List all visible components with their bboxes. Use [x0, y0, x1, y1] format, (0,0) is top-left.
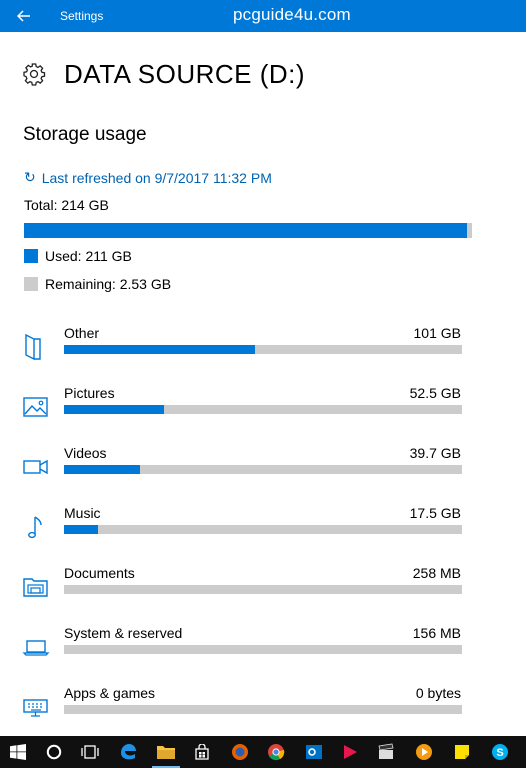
- firefox-icon: [232, 744, 248, 760]
- category-size: 0 bytes: [415, 685, 461, 701]
- edge-icon: [121, 744, 136, 760]
- store-button[interactable]: [184, 736, 220, 768]
- category-bar-fill: [64, 345, 256, 354]
- remaining-swatch: [24, 277, 38, 291]
- other-icon: [25, 333, 41, 361]
- cortana-circle-icon: [46, 744, 62, 760]
- app-title: Settings: [60, 9, 104, 23]
- category-videos[interactable]: Videos 39.7 GB: [0, 445, 526, 489]
- category-bar-fill: [64, 405, 164, 414]
- category-name: System & reserved: [64, 625, 183, 641]
- legend-remaining: Remaining: 2.53 GB: [24, 276, 171, 292]
- media-player-icon: [416, 744, 432, 760]
- chrome-button[interactable]: [258, 736, 294, 768]
- category-apps-games[interactable]: Apps & games 0 bytes: [0, 685, 526, 729]
- task-view-icon: [81, 745, 99, 759]
- category-name: Apps & games: [64, 685, 156, 701]
- outlook-button[interactable]: [296, 736, 332, 768]
- category-name: Pictures: [64, 385, 115, 401]
- taskbar: S: [0, 736, 526, 768]
- music-icon: [28, 516, 42, 539]
- legend-used: Used: 211 GB: [24, 248, 132, 264]
- category-size: 52.5 GB: [409, 385, 461, 401]
- pictures-icon: [23, 397, 48, 417]
- category-name: Videos: [64, 445, 107, 461]
- category-bar: [64, 585, 462, 594]
- media-player-button[interactable]: [406, 736, 442, 768]
- page-header: DATA SOURCE (D:): [22, 58, 305, 90]
- videos-icon: [23, 459, 48, 475]
- watermark-text: pcguide4u.com: [233, 5, 351, 24]
- category-other[interactable]: Other 101 GB: [0, 325, 526, 369]
- store-bag-icon: [195, 744, 209, 760]
- category-bar: [64, 525, 462, 534]
- category-documents[interactable]: Documents 258 MB: [0, 565, 526, 609]
- page-title: DATA SOURCE (D:): [64, 58, 306, 89]
- gear-icon: [23, 63, 46, 86]
- total-label: Total: 214 GB: [24, 197, 109, 213]
- refresh-text: Last refreshed on 9/7/2017 11:32 PM: [41, 169, 272, 186]
- task-view-button[interactable]: [72, 736, 108, 768]
- media-button[interactable]: [332, 736, 368, 768]
- category-name: Other: [64, 325, 100, 341]
- category-size: 258 MB: [412, 565, 461, 581]
- refresh-icon: ↻: [24, 169, 36, 185]
- sticky-notes-button[interactable]: [444, 736, 480, 768]
- chrome-icon: [268, 744, 285, 761]
- category-system-reserved[interactable]: System & reserved 156 MB: [0, 625, 526, 669]
- remaining-label: Remaining: 2.53 GB: [45, 276, 172, 292]
- apps-icon: [23, 699, 48, 717]
- category-bar-fill: [64, 465, 140, 474]
- category-bar: [64, 345, 462, 354]
- documents-icon: [23, 578, 48, 597]
- windows-logo-icon: [10, 744, 26, 760]
- start-button[interactable]: [0, 736, 36, 768]
- edge-button[interactable]: [110, 736, 146, 768]
- storage-usage-heading: Storage usage: [23, 124, 147, 145]
- category-size: 17.5 GB: [409, 505, 461, 521]
- sticky-note-icon: [455, 745, 469, 759]
- search-button[interactable]: [36, 736, 72, 768]
- file-explorer-button[interactable]: [148, 736, 184, 768]
- category-bar: [64, 465, 462, 474]
- category-pictures[interactable]: Pictures 52.5 GB: [0, 385, 526, 429]
- folder-icon: [157, 746, 175, 759]
- back-button[interactable]: [0, 0, 48, 32]
- skype-button[interactable]: S: [482, 736, 518, 768]
- category-size: 156 MB: [412, 625, 461, 641]
- firefox-button[interactable]: [222, 736, 258, 768]
- skype-icon: S: [492, 744, 508, 760]
- total-usage-bar: [24, 223, 472, 238]
- category-bar: [64, 645, 462, 654]
- category-music[interactable]: Music 17.5 GB: [0, 505, 526, 549]
- movie-maker-button[interactable]: [368, 736, 404, 768]
- category-name: Music: [64, 505, 101, 521]
- back-arrow-icon: [17, 10, 30, 22]
- category-bar-fill: [64, 525, 98, 534]
- used-swatch: [24, 249, 38, 263]
- play-icon: [344, 745, 357, 759]
- category-size: 39.7 GB: [409, 445, 461, 461]
- clapper-icon: [378, 743, 394, 759]
- outlook-icon: [306, 745, 322, 759]
- category-name: Documents: [64, 565, 135, 581]
- used-label: Used: 211 GB: [45, 248, 132, 264]
- title-bar: Settings pcguide4u.com: [0, 0, 526, 32]
- system-icon: [22, 640, 50, 656]
- refresh-link[interactable]: ↻ Last refreshed on 9/7/2017 11:32 PM: [24, 169, 272, 186]
- total-usage-fill: [24, 223, 467, 238]
- category-size: 101 GB: [413, 325, 461, 341]
- category-bar: [64, 705, 462, 714]
- svg-text:S: S: [496, 747, 503, 759]
- category-bar: [64, 405, 462, 414]
